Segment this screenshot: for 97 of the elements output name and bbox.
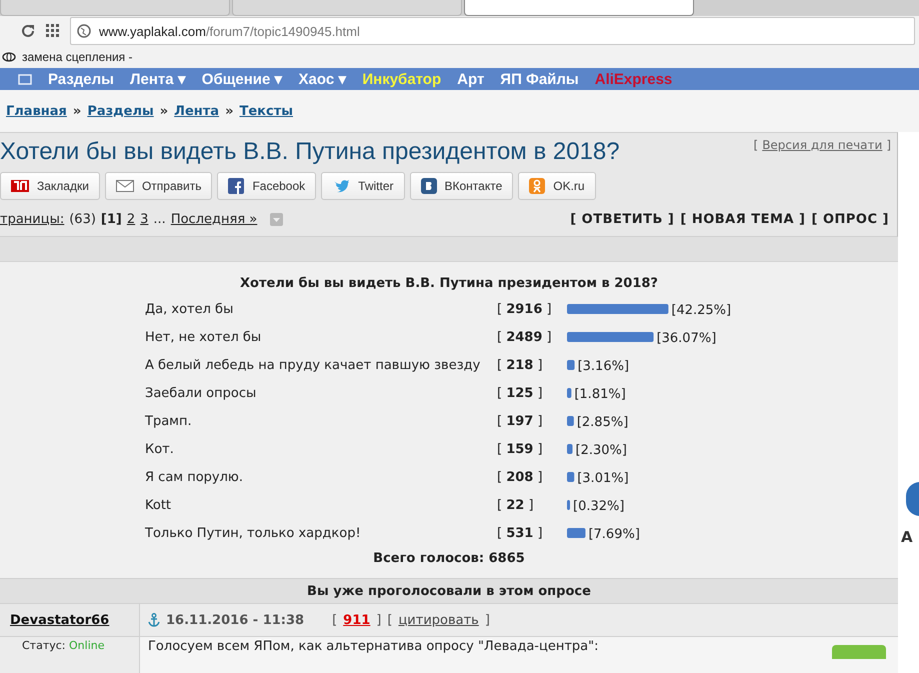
poll-bar xyxy=(567,388,572,398)
share-button[interactable]: ВКонтакте xyxy=(410,172,514,200)
browser-tab[interactable] xyxy=(464,0,694,16)
poll-question: Хотели бы вы видеть В.В. Путина президентом в 2018? xyxy=(239,275,659,293)
nav-link[interactable]: Хаос ▾ xyxy=(298,70,346,88)
nav-link[interactable]: Разделы xyxy=(48,70,114,88)
percent-text: [42.25%] xyxy=(671,303,732,318)
percent-text: [3.01%] xyxy=(577,471,629,486)
author-link[interactable]: Devastator66 xyxy=(10,612,110,628)
poll-bar xyxy=(567,528,586,538)
nav-link[interactable]: Общение ▾ xyxy=(202,70,283,88)
breadcrumb-link[interactable]: Лента xyxy=(174,104,220,118)
post-text: Голосуем всем ЯПом, как альтернатива опросу "Левада-центра": xyxy=(148,639,598,654)
bracket-text: [ xyxy=(332,612,338,628)
yap-logo-icon xyxy=(11,180,29,192)
poll-option-label: Нет, не хотел бы xyxy=(145,328,262,346)
url-text: www.yaplakal.com/forum7/topic1490945.html xyxy=(99,24,360,38)
bracket-text: [ xyxy=(754,138,758,152)
percent-text: [2.30%] xyxy=(576,443,627,458)
share-button[interactable]: Закладки xyxy=(0,172,100,200)
poll-bar xyxy=(567,360,575,370)
dropdown-icon[interactable] xyxy=(270,212,284,226)
poll-bar xyxy=(567,472,574,482)
quote-link[interactable]: цитировать xyxy=(398,612,479,628)
breadcrumb-link[interactable]: Тексты xyxy=(239,104,293,118)
breadcrumb-link[interactable]: Главная xyxy=(6,104,67,118)
ok-logo-icon xyxy=(529,178,546,194)
share-button[interactable]: Twitter xyxy=(321,172,404,200)
status-label: Статус: xyxy=(22,639,66,652)
poll-option-label: Только Путин, только хардкор! xyxy=(145,524,362,542)
poll-option-label: Трамп. xyxy=(145,412,193,430)
breadcrumb-separator: » xyxy=(225,104,234,118)
vote-count: [ 2916 ] xyxy=(497,300,553,318)
side-letter: A xyxy=(901,528,913,546)
rating-link[interactable]: 911 xyxy=(343,612,370,628)
envelope-icon xyxy=(116,180,134,192)
facebook-icon xyxy=(228,178,244,194)
poll-bar xyxy=(567,444,573,454)
share-button[interactable]: Facebook xyxy=(217,172,316,200)
vote-count: [ 208 ] xyxy=(497,468,544,486)
bracket-text: [ xyxy=(387,612,392,628)
poll-bar xyxy=(567,416,574,426)
ellipsis-text: ... xyxy=(153,212,166,226)
page-count: (63) xyxy=(69,212,96,226)
bracket-text: ] xyxy=(484,612,490,628)
percent-text: [2.85%] xyxy=(576,415,628,430)
breadcrumb-separator: » xyxy=(160,104,168,118)
bookmark-link[interactable]: замена сцепления - xyxy=(22,50,132,64)
print-version-link[interactable]: Версия для печати xyxy=(762,138,882,152)
page-link[interactable]: 3 xyxy=(140,212,148,226)
address-bar[interactable]: www.yaplakal.com/forum7/topic1490945.html xyxy=(70,17,915,45)
poll-option-label: Я сам порулю. xyxy=(145,468,244,486)
bracket-text: ] xyxy=(376,612,382,628)
percent-text: [3.16%] xyxy=(578,359,630,374)
action-link[interactable]: [ ОТВЕТИТЬ ] xyxy=(570,212,674,226)
apps-grid-icon[interactable] xyxy=(46,24,60,38)
percent-text: [1.81%] xyxy=(574,387,626,402)
pages-link[interactable]: траницы: xyxy=(0,212,64,226)
post-date: 16.11.2016 - 11:38 xyxy=(166,612,304,628)
share-button[interactable]: Отправить xyxy=(104,172,212,200)
nav-link[interactable]: Арт xyxy=(457,70,484,88)
poll-option-label: Да, хотел бы xyxy=(145,300,234,318)
breadcrumb-separator: » xyxy=(72,104,82,118)
poll-total: Всего голосов: 6865 xyxy=(372,550,526,568)
share-button[interactable]: OK.ru xyxy=(518,172,596,200)
vote-count: [ 197 ] xyxy=(497,412,544,430)
anchor-icon[interactable] xyxy=(148,613,160,627)
action-link[interactable]: [ НОВАЯ ТЕМА ] xyxy=(680,212,806,226)
poll-option-label: Заебали опросы xyxy=(145,384,258,402)
bird-icon xyxy=(332,178,350,194)
vote-count: [ 22 ] xyxy=(497,496,535,514)
action-link[interactable]: [ ОПРОС ] xyxy=(812,212,889,226)
poll-option-label: Кот. xyxy=(145,440,175,458)
topic-title: Хотели бы вы видеть В.В. Путина президентом в 2018? xyxy=(0,138,620,166)
vk-logo-icon xyxy=(420,178,436,194)
poll-option-label: А белый лебедь на пруду качает павшую звезду xyxy=(145,356,482,374)
vote-count: [ 125 ] xyxy=(497,384,544,402)
poll-option-label: Kott xyxy=(145,496,172,514)
bracket-text: ] xyxy=(886,138,891,152)
poll-bar xyxy=(567,500,570,510)
percent-text: [36.07%] xyxy=(656,331,716,346)
voted-notice: Вы уже проголосовали в этом опросе xyxy=(0,578,898,603)
page-link[interactable]: 2 xyxy=(126,212,136,226)
round-button[interactable] xyxy=(906,482,919,516)
last-page-link[interactable]: Последняя » xyxy=(170,212,258,226)
nav-link[interactable]: ЯП Файлы xyxy=(500,70,579,88)
online-status: Online xyxy=(69,639,104,652)
reload-icon[interactable] xyxy=(20,23,36,39)
breadcrumb-link[interactable]: Разделы xyxy=(87,104,154,118)
vote-count: [ 2489 ] xyxy=(497,328,553,346)
vote-count: [ 159 ] xyxy=(497,440,544,458)
percent-text: [0.32%] xyxy=(573,499,624,514)
nav-link[interactable]: Лента ▾ xyxy=(130,70,186,88)
vote-count: [ 218 ] xyxy=(497,356,544,374)
current-page: [1] xyxy=(100,212,122,226)
vote-count: [ 531 ] xyxy=(497,524,544,542)
percent-text: [7.69%] xyxy=(588,527,640,542)
